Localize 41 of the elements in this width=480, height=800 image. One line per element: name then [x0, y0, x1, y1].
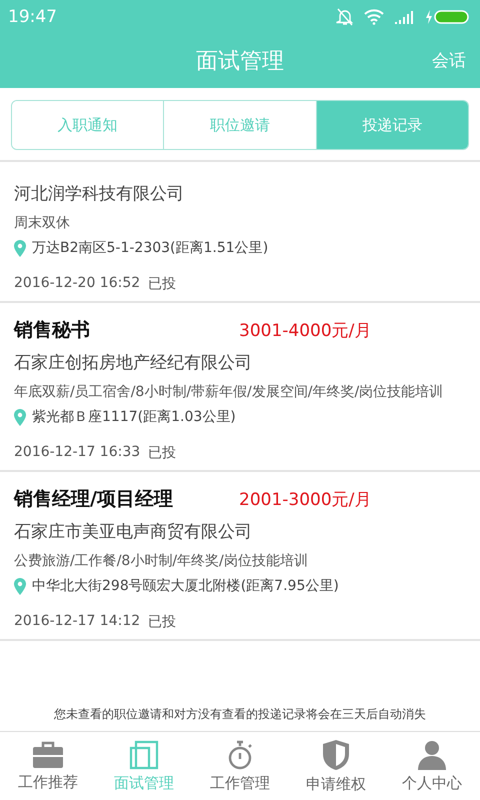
nav-tab[interactable]: 个人中心: [384, 732, 480, 800]
stopwatch-icon: [226, 740, 254, 770]
location-pin-icon: [14, 578, 26, 594]
page-title: 面试管理: [196, 48, 284, 76]
salary: 3001-4000元/月: [239, 320, 372, 342]
nav-tab[interactable]: 申请维权: [288, 732, 384, 800]
tab[interactable]: 投递记录: [316, 101, 468, 149]
person-icon: [417, 740, 447, 770]
clock: 19:47: [8, 7, 57, 27]
bell-off-icon: [336, 8, 354, 26]
address-text: 中华北大街298号颐宏大厦北附楼(距离7.95公里): [32, 577, 339, 595]
status-text: 已投: [148, 275, 176, 293]
battery-icon: [424, 9, 470, 25]
company-name: 石家庄市美亚电声商贸有限公司: [14, 521, 253, 543]
date-text: 2016-12-17 16:33: [14, 444, 140, 462]
status-text: 已投: [148, 613, 176, 631]
job-title: 销售秘书: [14, 318, 91, 343]
chat-link[interactable]: 会话: [432, 49, 466, 72]
job-title: 销售经理/项目经理: [14, 487, 174, 512]
date-text: 2016-12-17 14:12: [14, 613, 140, 631]
signal-icon: [394, 10, 414, 24]
location-pin-icon: [14, 408, 26, 426]
nav-tab[interactable]: 工作推荐: [0, 732, 96, 800]
nav-tab[interactable]: 工作管理: [192, 732, 288, 800]
shield-icon: [322, 738, 350, 770]
documents-icon: [129, 740, 159, 770]
benefits-text: 周末双休: [14, 214, 71, 233]
company-name: 河北润学科技有限公司: [14, 183, 185, 205]
benefits-text: 年底双薪/员工宿舍/8小时制/带薪年假/发展空间/年终奖/岗位技能培训: [14, 383, 444, 402]
toolbox-icon: [32, 740, 64, 768]
nav-tab[interactable]: 面试管理: [96, 732, 192, 800]
date-text: 2016-12-20 16:52: [14, 275, 140, 293]
location-pin-icon: [14, 240, 26, 256]
salary: 2001-3000元/月: [239, 488, 372, 510]
wifi-icon: [364, 9, 384, 25]
address-text: 紫光都Ｂ座1117(距离1.03公里): [32, 408, 236, 426]
company-name: 石家庄创拓房地产经纪有限公司: [14, 352, 253, 374]
notice-text: 您未查看的职位邀请和对方没有查看的投递记录将会在三天后自动消失: [0, 680, 480, 732]
benefits-text: 公费旅游/工作餐/8小时制/年终奖/岗位技能培训: [14, 552, 309, 571]
address-text: 万达B2南区5-1-2303(距离1.51公里): [32, 239, 268, 257]
status-text: 已投: [148, 444, 176, 462]
